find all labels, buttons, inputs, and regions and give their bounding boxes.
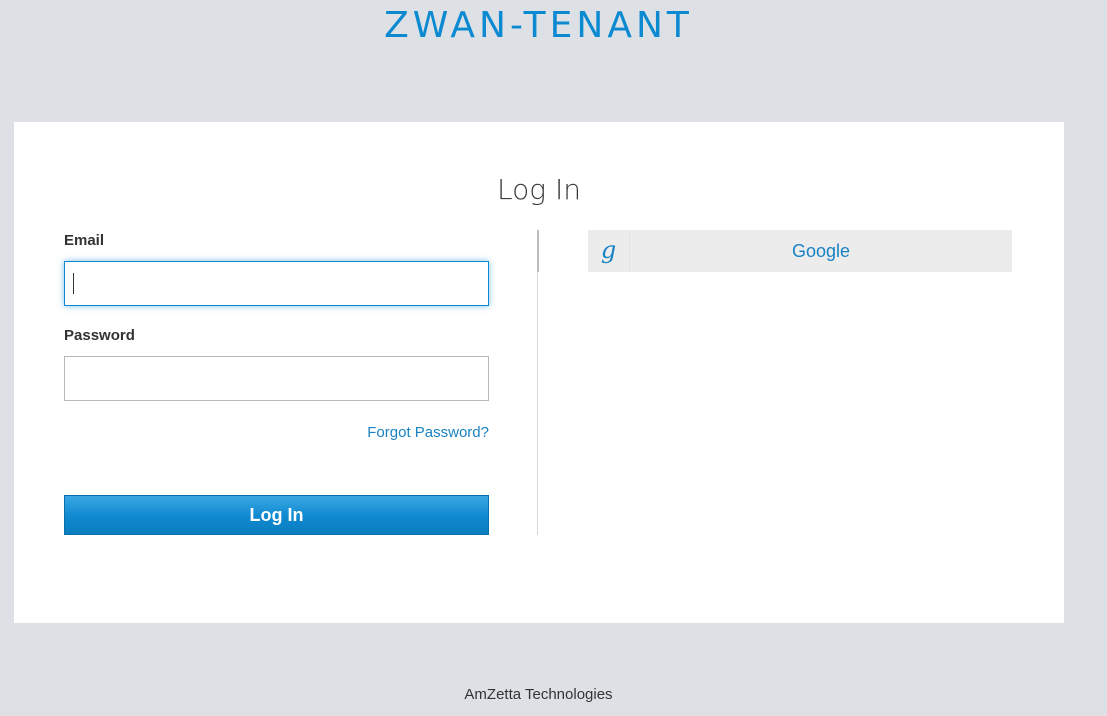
password-field[interactable]	[64, 356, 489, 401]
google-login-button[interactable]: g Google	[588, 230, 1012, 272]
password-label: Password	[64, 327, 135, 344]
google-login-label: Google	[791, 241, 851, 261]
forgot-password-link[interactable]: Forgot Password?	[367, 424, 489, 441]
email-field[interactable]	[64, 261, 489, 306]
google-g-icon: g	[588, 230, 630, 272]
text-caret	[73, 273, 74, 294]
vertical-divider	[537, 230, 538, 535]
email-label: Email	[64, 232, 105, 249]
login-card: Log In Email Password Forgot Password? L…	[14, 122, 1064, 623]
realm-title: ZWAN-TENANT	[384, 5, 693, 46]
footer-company: AmZetta Technologies	[464, 686, 613, 703]
login-button[interactable]: Log In	[64, 495, 489, 535]
divider-accent	[537, 230, 539, 272]
page-title: Log In	[497, 173, 581, 206]
